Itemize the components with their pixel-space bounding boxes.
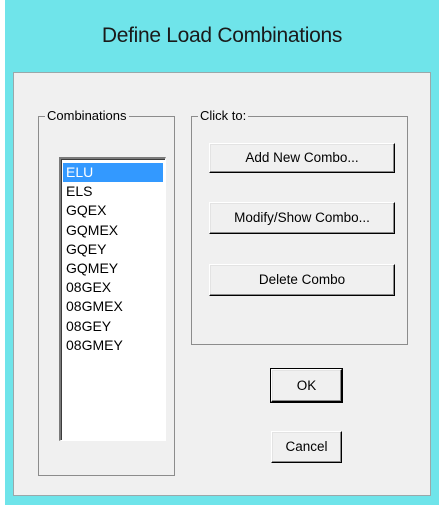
combination-list-item[interactable]: GQMEX: [63, 221, 163, 240]
dialog-window: Define Load Combinations Combinations EL…: [5, 0, 439, 505]
combinations-group: Combinations ELU ELS GQEX GQMEX GQEY GQMEY 08G…: [38, 107, 175, 476]
combination-list-item[interactable]: 08GEY: [63, 317, 163, 336]
modify-show-combo-button[interactable]: Modify/Show Combo...: [209, 202, 395, 234]
combinations-group-label: Combinations: [45, 107, 129, 125]
ok-button[interactable]: OK: [270, 368, 343, 403]
combination-list-item[interactable]: 08GMEY: [63, 336, 163, 355]
combination-list-item[interactable]: ELS: [63, 182, 163, 201]
add-new-combo-button[interactable]: Add New Combo...: [209, 143, 395, 173]
dialog-title: Define Load Combinations: [101, 24, 343, 47]
combination-list-item[interactable]: GQEX: [63, 201, 163, 220]
combinations-listbox[interactable]: ELU ELS GQEX GQMEX GQEY GQMEY 08GEX 08GMEX 08GEY…: [59, 157, 166, 441]
click-to-group: Click to: Add New Combo... Modify/Show C…: [191, 107, 408, 345]
combination-list-item[interactable]: ELU: [63, 163, 163, 183]
combination-list-item[interactable]: GQEY: [63, 240, 163, 259]
delete-combo-button[interactable]: Delete Combo: [209, 264, 395, 296]
combination-list-item[interactable]: GQMEY: [63, 259, 163, 278]
combination-list-item[interactable]: 08GMEX: [63, 297, 163, 316]
cancel-button[interactable]: Cancel: [271, 431, 342, 463]
click-to-group-label: Click to:: [198, 107, 249, 125]
dialog-client-area: Combinations ELU ELS GQEX GQMEX GQEY GQMEY 08G…: [13, 72, 431, 496]
combination-list-item[interactable]: 08GEX: [63, 278, 163, 297]
